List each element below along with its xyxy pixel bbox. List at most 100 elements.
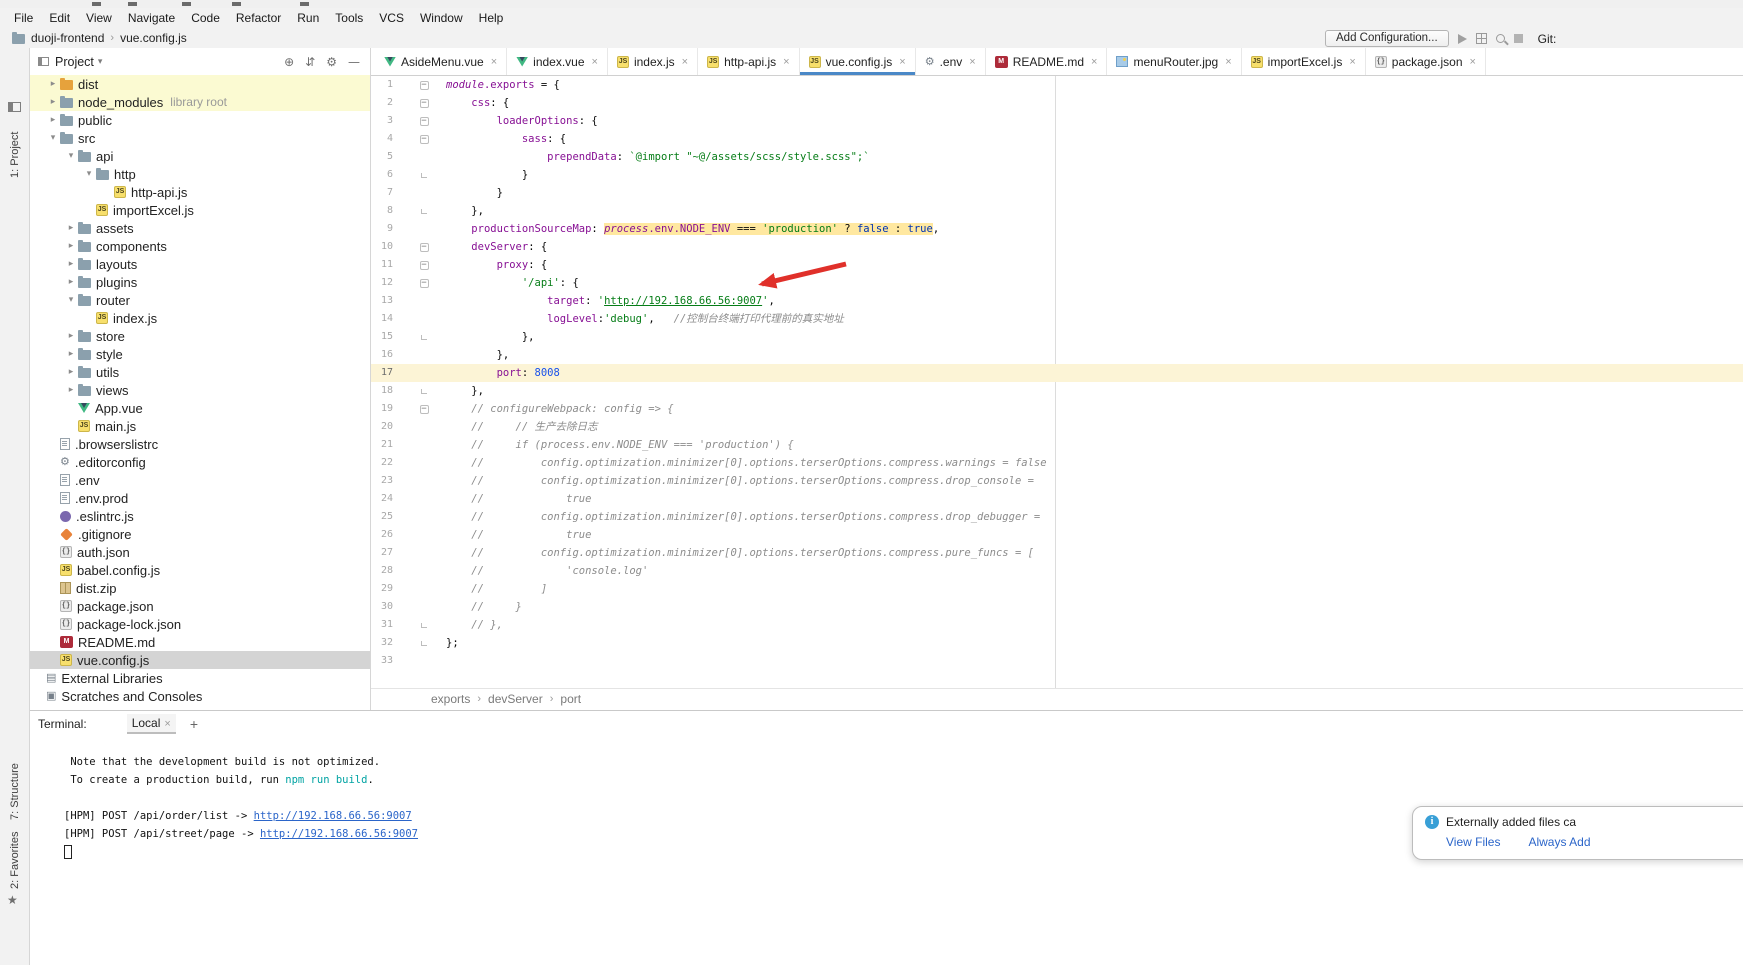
tree-item-auth-json[interactable]: auth.json [30,543,370,561]
code-line[interactable]: 29 // ] [371,580,1743,598]
always-add-link[interactable]: Always Add [1528,835,1590,849]
add-configuration-button[interactable]: Add Configuration... [1325,30,1449,47]
code-line[interactable]: 13 target: 'http://192.168.66.56:9007', [371,292,1743,310]
services-icon[interactable] [1476,33,1487,44]
tree-item-plugins[interactable]: ▸plugins [30,273,370,291]
tree-item-readme-md[interactable]: README.md [30,633,370,651]
tree-item-package-json[interactable]: package.json [30,597,370,615]
code-line[interactable]: 7 } [371,184,1743,202]
locate-icon[interactable]: ⊕ [284,55,294,69]
tree-item-vue-config-js[interactable]: vue.config.js [30,651,370,669]
tree-item-eslintrc-js[interactable]: .eslintrc.js [30,507,370,525]
tree-item-utils[interactable]: ▸utils [30,363,370,381]
project-panel-title[interactable]: Project [55,55,94,69]
tab-env[interactable]: .env× [916,48,986,75]
terminal-tab-local[interactable]: Local× [127,714,176,734]
code-line[interactable]: 3− loaderOptions: { [371,112,1743,130]
close-icon[interactable]: × [1091,56,1097,68]
run-icon[interactable] [1458,34,1467,44]
tree-item-api[interactable]: ▾api [30,147,370,165]
tree-item-browserslistrc[interactable]: .browserslistrc [30,435,370,453]
code-line[interactable]: 28 // 'console.log' [371,562,1743,580]
code-line[interactable]: 1−module.exports = { [371,76,1743,94]
tree-item-external-libraries[interactable]: External Libraries [30,669,370,687]
fold-end-icon[interactable] [421,173,427,178]
chevron-right-icon[interactable]: ▸ [64,259,78,269]
tree-item-http-api-js[interactable]: http-api.js [30,183,370,201]
close-icon[interactable]: × [164,718,170,730]
tree-item-views[interactable]: ▸views [30,381,370,399]
tree-item-dist-zip[interactable]: dist.zip [30,579,370,597]
favorites-star-icon[interactable]: ★ [7,893,18,907]
fold-end-icon[interactable] [421,209,427,214]
tab-index-vue[interactable]: index.vue× [507,48,608,75]
close-icon[interactable]: × [1225,56,1231,68]
tool-stripe-favorites[interactable]: 2: Favorites [9,832,21,889]
tree-item-http[interactable]: ▾http [30,165,370,183]
code-line[interactable]: 16 }, [371,346,1743,364]
tree-item-env-prod[interactable]: .env.prod [30,489,370,507]
tree-item-env[interactable]: .env [30,471,370,489]
tree-item-public[interactable]: ▸public [30,111,370,129]
code-line[interactable]: 20 // // 生产去除日志 [371,418,1743,436]
menu-window[interactable]: Window [412,8,471,28]
code-line[interactable]: 8 }, [371,202,1743,220]
fold-collapse-icon[interactable]: − [420,405,429,414]
tool-stripe-project[interactable]: 1: Project [9,132,21,178]
close-icon[interactable]: × [1470,56,1476,68]
code-line[interactable]: 2− css: { [371,94,1743,112]
tree-item-layouts[interactable]: ▸layouts [30,255,370,273]
code-line[interactable]: 18 }, [371,382,1743,400]
chevron-right-icon[interactable]: ▸ [46,97,60,107]
tab-asidemenu-vue[interactable]: AsideMenu.vue× [375,48,507,75]
chevron-right-icon[interactable]: ▸ [64,367,78,377]
chevron-right-icon[interactable]: ▸ [64,385,78,395]
menu-edit[interactable]: Edit [41,8,78,28]
code-editor[interactable]: 1−module.exports = {2− css: {3− loaderOp… [371,76,1743,688]
close-icon[interactable]: × [491,56,497,68]
close-icon[interactable]: × [969,56,975,68]
chevron-right-icon[interactable]: ▸ [64,277,78,287]
code-line[interactable]: 31 // }, [371,616,1743,634]
fold-collapse-icon[interactable]: − [420,81,429,90]
code-line[interactable]: 11− proxy: { [371,256,1743,274]
settings-icon[interactable]: ⚙ [326,55,337,69]
close-icon[interactable]: × [783,56,789,68]
tab-package-json[interactable]: package.json× [1366,48,1486,75]
fold-collapse-icon[interactable]: − [420,261,429,270]
tree-item-style[interactable]: ▸style [30,345,370,363]
code-line[interactable]: 26 // true [371,526,1743,544]
breadcrumb-project[interactable]: duoji-frontend [31,31,104,45]
chevron-right-icon[interactable]: ▸ [64,349,78,359]
chevron-down-icon[interactable]: ▾ [98,57,103,67]
tree-item-components[interactable]: ▸components [30,237,370,255]
close-icon[interactable]: × [1349,56,1355,68]
tab-index-js[interactable]: index.js× [608,48,698,75]
code-line[interactable]: 25 // config.optimization.minimizer[0].o… [371,508,1743,526]
tree-item-scratches-and-consoles[interactable]: Scratches and Consoles [30,687,370,705]
code-line[interactable]: 21 // if (process.env.NODE_ENV === 'prod… [371,436,1743,454]
chevron-right-icon[interactable]: ▸ [64,223,78,233]
tree-item-babel-config-js[interactable]: babel.config.js [30,561,370,579]
code-line[interactable]: 15 }, [371,328,1743,346]
code-line[interactable]: 5 prependData: `@import "~@/assets/scss/… [371,148,1743,166]
code-line[interactable]: 27 // config.optimization.minimizer[0].o… [371,544,1743,562]
code-line[interactable]: 6 } [371,166,1743,184]
tree-item-node-modules[interactable]: ▸node_moduleslibrary root [30,93,370,111]
tree-item-app-vue[interactable]: App.vue [30,399,370,417]
code-line[interactable]: 10− devServer: { [371,238,1743,256]
chevron-down-icon[interactable]: ▾ [64,295,78,305]
fold-end-icon[interactable] [421,389,427,394]
code-line[interactable]: 17 port: 8008 [371,364,1743,382]
fold-collapse-icon[interactable]: − [420,99,429,108]
chevron-right-icon[interactable]: ▸ [46,79,60,89]
tree-item-importexcel-js[interactable]: importExcel.js [30,201,370,219]
close-icon[interactable]: × [899,56,905,68]
git-widget-label[interactable]: Git: [1538,32,1557,46]
tree-item-package-lock-json[interactable]: package-lock.json [30,615,370,633]
view-files-link[interactable]: View Files [1446,835,1500,849]
stop-icon[interactable] [1514,34,1523,43]
hide-icon[interactable]: — [348,55,360,69]
fold-end-icon[interactable] [421,641,427,646]
menu-navigate[interactable]: Navigate [120,8,183,28]
